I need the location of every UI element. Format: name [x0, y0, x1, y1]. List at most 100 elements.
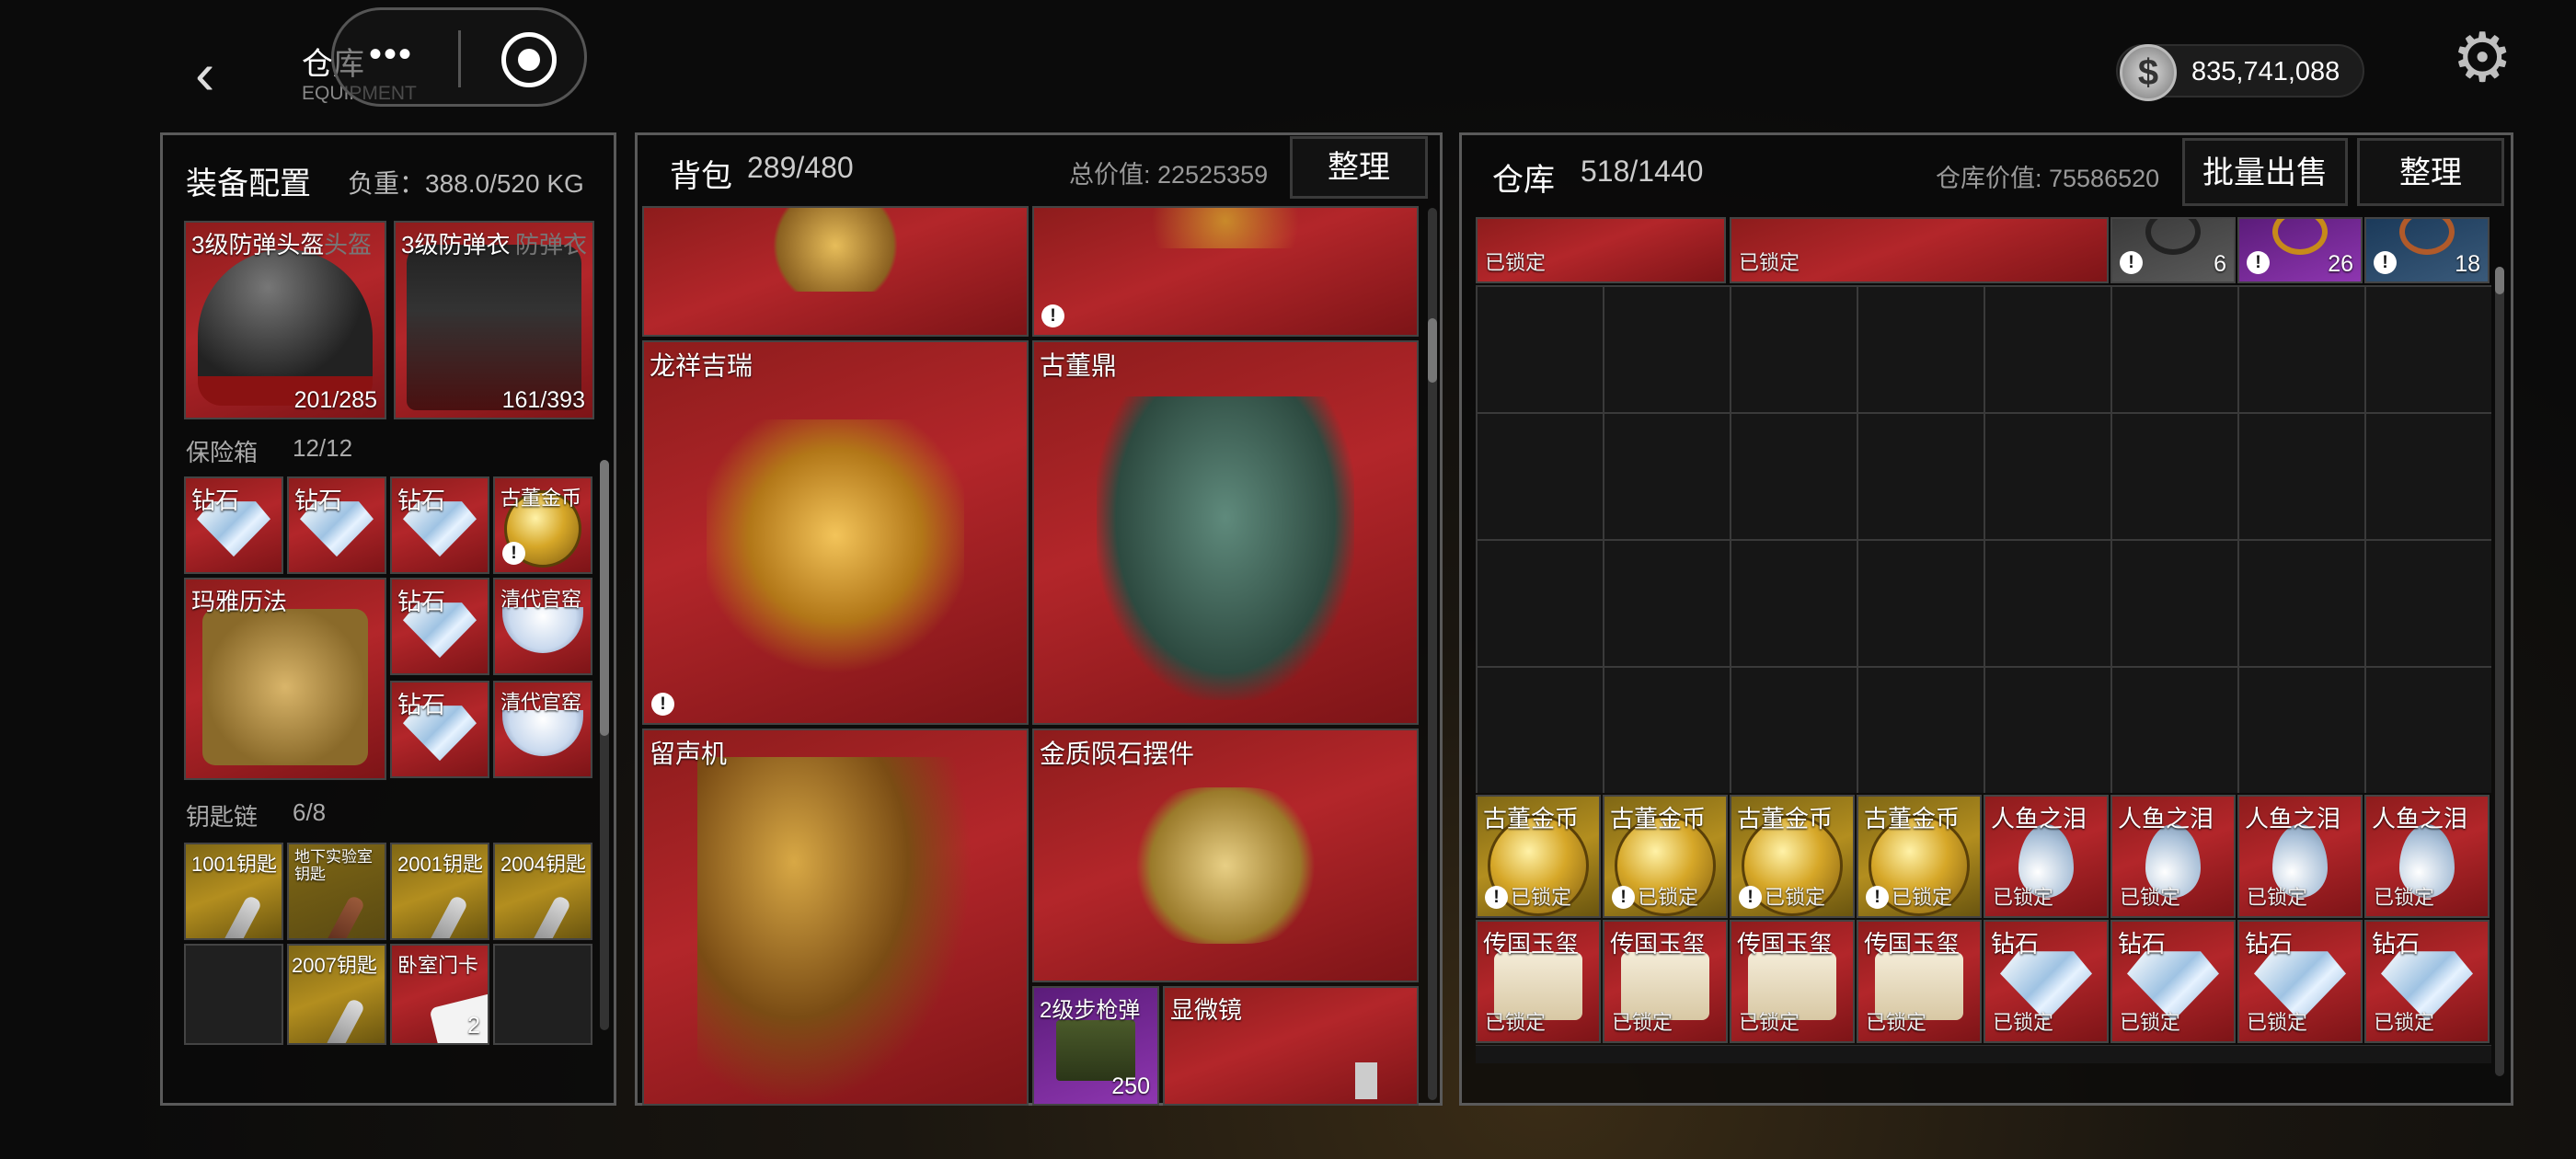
safe-slot[interactable]: 钻石	[184, 476, 283, 574]
backpack-item[interactable]: 古董鼎	[1032, 340, 1419, 725]
warehouse-item[interactable]: ! 18	[2364, 217, 2490, 283]
backpack-item[interactable]: 龙祥吉瑞!	[642, 340, 1029, 725]
armor-helmet-slot[interactable]: 3级防弹头盔 头盔 201/285	[184, 221, 386, 419]
warehouse-item[interactable]: 人鱼之泪 已锁定	[2364, 795, 2490, 918]
warning-icon: !	[2247, 251, 2270, 274]
warehouse-item[interactable]: 钻石 已锁定	[2110, 920, 2236, 1043]
item-label: 钻石	[2372, 930, 2421, 958]
item-label: 人鱼之泪	[2118, 805, 2214, 832]
warehouse-scrollbar[interactable]	[2495, 267, 2504, 1076]
currency-amount: 835,741,088	[2191, 57, 2340, 86]
safe-slot[interactable]: 玛雅历法	[184, 578, 386, 780]
porcelain-bowl-icon	[502, 607, 583, 654]
ammo-box-icon	[1056, 1020, 1135, 1082]
warehouse-next-row-edge	[1476, 1045, 2491, 1063]
keycard-icon	[429, 990, 488, 1043]
close-target-icon[interactable]	[501, 32, 557, 87]
warehouse-item[interactable]: 古董金币! 已锁定	[1730, 795, 1855, 918]
warehouse-capacity: 518/1440	[1581, 155, 1704, 188]
vest-durability: 161/393	[501, 387, 585, 413]
armor-vest-slot[interactable]: 3级防弹衣 防弹衣 161/393	[394, 221, 594, 419]
back-icon[interactable]: ‹	[195, 44, 241, 103]
warehouse-item[interactable]: 钻石 已锁定	[2237, 920, 2363, 1043]
warning-icon: !	[1485, 886, 1508, 909]
more-icon[interactable]: •••	[369, 34, 413, 75]
currency-display: $ 835,741,088	[2116, 44, 2364, 101]
gold-meteorite-icon	[1129, 786, 1322, 944]
ammo-count: 250	[1111, 1073, 1150, 1099]
safe-slot[interactable]: 钻石	[390, 476, 489, 574]
item-label: 传国玉玺	[1610, 930, 1707, 958]
backpack-item[interactable]: 留声机	[642, 729, 1029, 1106]
key-slot[interactable]: 2007钥匙	[287, 944, 386, 1045]
warehouse-item[interactable]: 人鱼之泪 已锁定	[2110, 795, 2236, 918]
lock-status: 已锁定	[2120, 886, 2181, 909]
key-slot[interactable]: 1001钥匙	[184, 843, 283, 940]
warehouse-value: 仓库价值: 75586520	[1936, 165, 2160, 192]
warehouse-empty-grid[interactable]	[1476, 285, 2491, 793]
cable-coil-icon	[2145, 219, 2201, 255]
warehouse-item[interactable]: ! 6	[2110, 217, 2236, 283]
bronze-ding-icon	[1097, 396, 1354, 700]
warehouse-item[interactable]: 已锁定	[1476, 217, 1726, 283]
warehouse-item[interactable]: 人鱼之泪 已锁定	[2237, 795, 2363, 918]
safe-slot[interactable]: 古董金币!	[493, 476, 592, 574]
item-label: 钻石	[397, 588, 446, 615]
golden-dragon-icon	[707, 419, 964, 677]
key-slot[interactable]: 2001钥匙	[390, 843, 489, 940]
warehouse-item[interactable]: 已锁定	[1730, 217, 2109, 283]
safe-slot[interactable]: 清代官窑	[493, 578, 592, 675]
backpack-item[interactable]	[642, 206, 1029, 337]
key-slot[interactable]: 2004钥匙	[493, 843, 592, 940]
vest-label: 3级防弹衣	[401, 231, 511, 258]
item-label: 清代官窑	[500, 588, 582, 611]
backpack-sort-button[interactable]: 整理	[1290, 136, 1428, 199]
key-slot[interactable]: 卧室门卡 2	[390, 944, 489, 1045]
capsule-divider	[458, 30, 461, 87]
item-label: 人鱼之泪	[1991, 805, 2087, 832]
lock-status: 已锁定	[1993, 1011, 2054, 1034]
key-slot-empty[interactable]	[184, 944, 283, 1045]
gold-statue-icon	[766, 208, 904, 293]
safe-slot[interactable]: 钻石	[390, 578, 489, 675]
key-slot-empty[interactable]	[493, 944, 592, 1045]
warehouse-item[interactable]: 人鱼之泪 已锁定	[1984, 795, 2109, 918]
backpack-item[interactable]: 显微镜	[1163, 986, 1419, 1106]
warehouse-item[interactable]: 古董金币! 已锁定	[1476, 795, 1601, 918]
safe-slot[interactable]: 钻石	[390, 681, 489, 778]
backpack-item[interactable]: !	[1032, 206, 1419, 337]
key-icon	[530, 894, 572, 938]
warehouse-item[interactable]: 古董金币! 已锁定	[1857, 795, 1982, 918]
item-label: 钻石	[1991, 930, 2040, 958]
key-slot[interactable]: 地下实验室钥匙	[287, 843, 386, 940]
safe-slot[interactable]: 钻石	[287, 476, 386, 574]
backpack-scrollbar[interactable]	[1428, 208, 1437, 1100]
item-count: 6	[2214, 251, 2226, 277]
warehouse-item[interactable]: 传国玉玺 已锁定	[1857, 920, 1982, 1043]
lock-status: 已锁定	[1993, 886, 2054, 909]
gear-icon[interactable]: ⚙	[2452, 24, 2513, 92]
equipment-scrollbar[interactable]	[600, 460, 609, 1030]
scroll-thumb[interactable]	[1428, 318, 1437, 383]
warehouse-item[interactable]: 传国玉玺 已锁定	[1476, 920, 1601, 1043]
safe-slot[interactable]: 清代官窑	[493, 681, 592, 778]
warehouse-sort-button[interactable]: 整理	[2357, 138, 2504, 206]
bulk-sell-button[interactable]: 批量出售	[2182, 138, 2348, 206]
warning-icon: !	[1041, 304, 1064, 327]
backpack-item[interactable]: 2级步枪弹 250	[1032, 986, 1159, 1106]
warehouse-item[interactable]: 钻石 已锁定	[1984, 920, 2109, 1043]
lock-status: 已锁定	[1612, 1011, 1673, 1034]
warehouse-item[interactable]: 传国玉玺 已锁定	[1730, 920, 1855, 1043]
warehouse-item[interactable]: 古董金币! 已锁定	[1603, 795, 1728, 918]
scroll-thumb[interactable]	[600, 460, 609, 736]
warehouse-item[interactable]: 传国玉玺 已锁定	[1603, 920, 1728, 1043]
backpack-item[interactable]: 金质陨石摆件	[1032, 729, 1419, 982]
item-label: 古董金币	[1737, 805, 1834, 832]
warehouse-item[interactable]: ! 26	[2237, 217, 2363, 283]
item-label: 古董金币	[1864, 805, 1961, 832]
lock-status: 已锁定	[1485, 1011, 1547, 1034]
warehouse-item[interactable]: 钻石 已锁定	[2364, 920, 2490, 1043]
scroll-thumb[interactable]	[2495, 267, 2504, 294]
warning-icon: !	[1739, 886, 1762, 909]
item-label: 传国玉玺	[1483, 930, 1580, 958]
